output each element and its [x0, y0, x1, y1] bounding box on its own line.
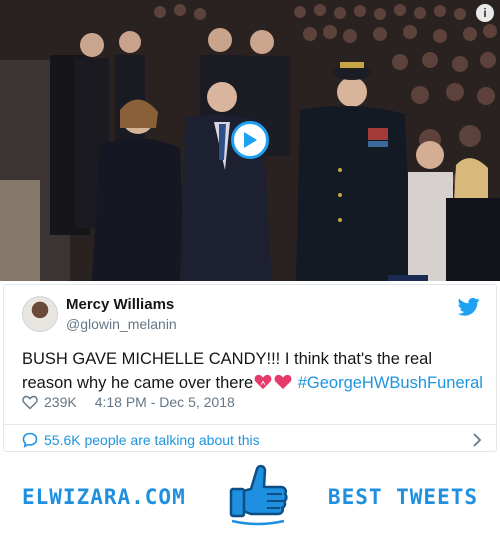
embedded-tweet: Mercy Williams @glowin_melanin BUSH GAVE…	[3, 284, 497, 452]
speech-bubble-icon	[22, 432, 38, 448]
tweet-meta: 239K 4:18 PM - Dec 5, 2018	[22, 394, 235, 410]
play-icon	[244, 132, 257, 148]
info-icon[interactable]: i	[476, 4, 494, 22]
twitter-bird-icon[interactable]	[458, 297, 480, 317]
branding-banner: ELWIZARA.COM BEST TWEETS	[0, 460, 500, 533]
like-count[interactable]: 239K	[44, 394, 77, 410]
author-name[interactable]: Mercy Williams	[66, 296, 174, 313]
talking-count-text[interactable]: 55.6K people are talking about this	[44, 432, 260, 448]
heart-emoji-icon	[254, 374, 272, 390]
thumbs-up-icon	[229, 464, 288, 526]
tagline: BEST TWEETS	[327, 485, 478, 509]
avatar[interactable]	[22, 296, 58, 332]
chevron-right-icon[interactable]	[472, 433, 482, 447]
heart-emoji-icon	[274, 374, 292, 390]
play-button[interactable]	[231, 121, 269, 159]
tweet-video[interactable]: i	[0, 0, 500, 281]
divider	[4, 424, 496, 425]
author-handle[interactable]: @glowin_melanin	[66, 316, 177, 332]
video-time-chip	[388, 275, 428, 281]
like-heart-icon[interactable]	[22, 395, 38, 410]
site-name: ELWIZARA.COM	[22, 485, 186, 509]
tweet-timestamp[interactable]: 4:18 PM - Dec 5, 2018	[95, 394, 235, 410]
conversation-link[interactable]: 55.6K people are talking about this	[22, 432, 482, 448]
hashtag-link[interactable]: #GeorgeHWBushFuneral	[298, 374, 483, 392]
tweet-text: BUSH GAVE MICHELLE CANDY!!! I think that…	[22, 347, 484, 395]
